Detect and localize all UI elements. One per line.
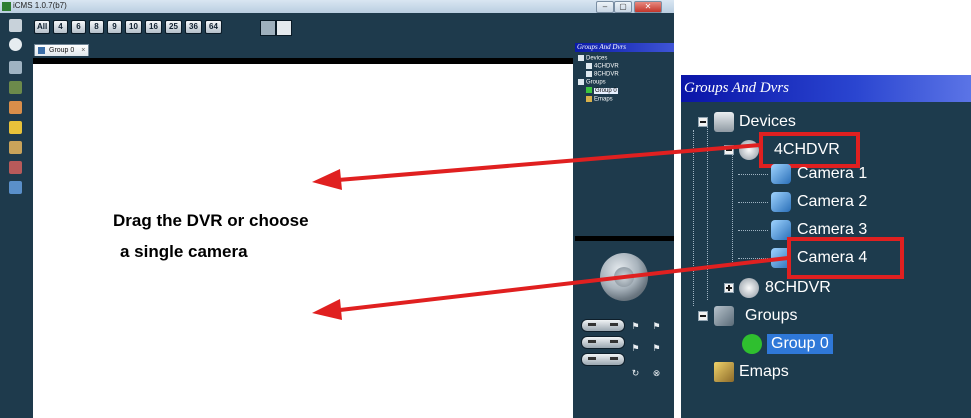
zoom-panel-title: Groups And Dvrs <box>681 75 971 102</box>
window-title: iCMS 1.0.7(b7) <box>13 1 67 10</box>
ptz-center[interactable] <box>614 267 634 287</box>
dvr-icon <box>586 71 592 77</box>
map-icon <box>586 96 592 102</box>
split-all-button[interactable]: All <box>34 20 50 34</box>
collapse-4chdvr-button[interactable] <box>724 145 734 155</box>
device-tree: Devices 4CHDVR Camera 1 Camera 2 Camera … <box>681 102 971 418</box>
side-panel: Groups And Dvrs Devices 4CHDVR 8CHDVR Gr… <box>575 43 674 418</box>
split-64-button[interactable]: 64 <box>205 20 222 34</box>
device-tree-small: Devices 4CHDVR 8CHDVR Groups Group 0 Ema… <box>575 52 674 232</box>
refresh-icon[interactable]: ↻ <box>630 368 641 378</box>
view-icon[interactable] <box>9 61 22 74</box>
tree-item-groups[interactable]: Groups <box>745 306 797 326</box>
tab-bar: Group 0 × <box>30 43 573 56</box>
left-toolbar <box>0 13 30 418</box>
flag-icon[interactable]: ⚑ <box>651 343 662 353</box>
split-16-button[interactable]: 16 <box>145 20 162 34</box>
dvr-icon <box>739 278 759 298</box>
zoom-control[interactable] <box>581 319 625 332</box>
check-icon <box>586 87 592 93</box>
tree-item-devices[interactable]: Devices <box>578 55 607 63</box>
tree-item-groups[interactable]: Groups <box>578 79 606 87</box>
camera-icon <box>771 192 791 212</box>
maximize-button[interactable]: ▢ <box>614 1 632 13</box>
key-icon[interactable] <box>9 121 22 134</box>
instruction-line-2: a single camera <box>120 242 248 261</box>
split-8-button[interactable]: 8 <box>89 20 104 34</box>
tree-connector <box>693 130 694 306</box>
close-tab-icon[interactable]: × <box>81 45 85 56</box>
panel-divider <box>575 236 674 241</box>
dvr-icon <box>739 140 759 160</box>
toolbar: All 4 6 8 9 10 16 25 36 64 <box>0 13 674 43</box>
tree-item-group-0[interactable]: Group 0 <box>586 87 618 95</box>
tree-item-emaps[interactable]: Emaps <box>586 96 613 104</box>
record-icon[interactable] <box>9 81 22 94</box>
split-10-button[interactable]: 10 <box>125 20 142 34</box>
edit-icon[interactable] <box>9 141 22 154</box>
tab-group-0[interactable]: Group 0 × <box>34 44 90 56</box>
title-bar: iCMS 1.0.7(b7) – ▢ ✕ <box>0 0 674 13</box>
instruction-line-1: Drag the DVR or choose <box>113 211 309 230</box>
snapshot-icon[interactable] <box>260 20 276 36</box>
tab-label: Group 0 <box>49 47 75 54</box>
tree-connector <box>738 202 768 203</box>
flag-icon[interactable]: ⚑ <box>651 321 662 331</box>
video-area[interactable]: Drag the DVR or choose a single camera <box>33 58 573 418</box>
split-4-button[interactable]: 4 <box>53 20 68 34</box>
check-icon <box>742 334 762 354</box>
image-icon[interactable] <box>9 101 22 114</box>
tree-connector <box>738 230 768 231</box>
flag-icon[interactable]: ⚑ <box>630 321 641 331</box>
collapse-devices-button[interactable] <box>698 117 708 127</box>
split-25-button[interactable]: 25 <box>165 20 182 34</box>
split-9-button[interactable]: 9 <box>107 20 122 34</box>
focus-control[interactable] <box>581 336 625 349</box>
export-icon[interactable] <box>9 181 22 194</box>
lock-icon[interactable] <box>9 161 22 174</box>
flag-icon[interactable]: ⚑ <box>630 343 641 353</box>
app-icon <box>2 2 11 11</box>
gear-icon[interactable] <box>9 38 22 51</box>
split-6-button[interactable]: 6 <box>71 20 86 34</box>
tree-connector <box>738 258 768 259</box>
camera-icon <box>771 164 791 184</box>
tree-connector <box>738 174 768 175</box>
collapse-groups-button[interactable] <box>698 311 708 321</box>
tree-item-group-0[interactable]: Group 0 <box>767 334 833 354</box>
group-icon <box>38 47 45 54</box>
minimize-button[interactable]: – <box>596 1 614 13</box>
ptz-joystick-icon[interactable] <box>600 253 648 301</box>
app-window: iCMS 1.0.7(b7) – ▢ ✕ All 4 6 8 9 10 16 2… <box>0 0 674 418</box>
group-icon <box>578 79 584 85</box>
expand-8chdvr-button[interactable] <box>724 283 734 293</box>
server-icon <box>714 112 734 132</box>
zoomed-tree-panel: Groups And Dvrs Devices 4CHDVR Camera 1 … <box>681 75 971 418</box>
close-button[interactable]: ✕ <box>634 1 662 13</box>
camera-icon[interactable] <box>276 20 292 36</box>
tree-item-devices[interactable]: Devices <box>739 112 796 132</box>
dvr-icon <box>586 63 592 69</box>
cancel-icon[interactable]: ⊗ <box>651 368 662 378</box>
tree-item-8chdvr[interactable]: 8CHDVR <box>586 71 619 79</box>
drag-tool-icon[interactable] <box>9 19 22 32</box>
tree-item-8chdvr[interactable]: 8CHDVR <box>765 278 831 298</box>
tree-item-4chdvr[interactable]: 4CHDVR <box>586 63 619 71</box>
tree-item-camera-2[interactable]: Camera 2 <box>797 192 867 212</box>
tree-connector <box>732 154 733 266</box>
split-36-button[interactable]: 36 <box>185 20 202 34</box>
tree-item-emaps[interactable]: Emaps <box>739 362 789 382</box>
server-icon <box>578 55 584 61</box>
highlight-box-camera-4 <box>787 237 904 279</box>
highlight-box-4chdvr <box>759 132 860 168</box>
map-icon <box>714 362 734 382</box>
groups-dvrs-title: Groups And Dvrs <box>575 43 674 52</box>
iris-control[interactable] <box>581 353 625 366</box>
tree-item-camera-1[interactable]: Camera 1 <box>797 164 867 184</box>
tree-connector <box>707 126 708 300</box>
group-icon <box>714 306 734 326</box>
